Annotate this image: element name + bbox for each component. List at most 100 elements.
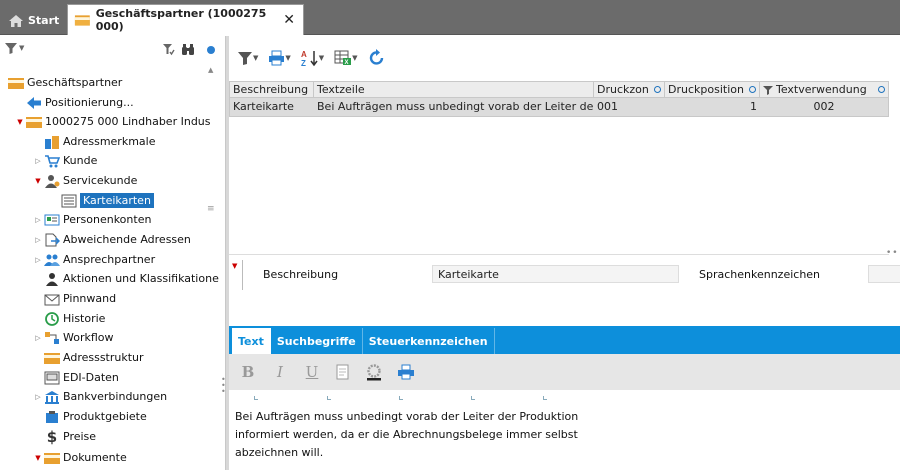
tree-item-label-selected: Karteikarten [80,193,154,208]
underline-button[interactable]: U [303,363,321,381]
column-header-druckposition[interactable]: Druckposition [665,82,760,97]
tree-item-preise[interactable]: $ Preise [44,427,96,446]
cell-druckzon: 001 [597,100,618,113]
tree-item-abweichende-adressen[interactable]: ▷ Abweichende Adressen [34,230,191,249]
scroll-up-icon[interactable]: ▲ [208,66,213,74]
tree-item-partner[interactable]: ▼ 1000275 000 Lindhaber Indus [16,112,211,131]
folder-icon [8,77,24,89]
excel-export-icon: X [334,50,352,66]
person-dark-icon [46,272,58,286]
expand-closed-icon[interactable]: ▷ [34,157,42,165]
expand-closed-icon[interactable]: ▷ [34,256,42,264]
beschreibung-field[interactable]: Karteikarte [432,265,679,283]
filter-icon [238,52,252,65]
ruler-tick [399,396,403,400]
text-editor[interactable]: Bei Aufträgen muss unbedingt vorab der L… [235,408,875,462]
cell-beschreibung: Karteikarte [233,100,294,113]
paste-icon[interactable] [335,363,351,381]
close-icon[interactable]: ✕ [283,12,295,28]
tree-item-label: 1000275 000 Lindhaber Indus [45,115,211,128]
tree-item-label: EDI-Daten [63,371,119,384]
tab-text[interactable]: Text [232,328,271,354]
italic-button[interactable]: I [271,363,289,381]
column-header-label: Druckposition [668,83,744,96]
tree-item-servicekunde[interactable]: ▼ Servicekunde [34,171,137,190]
expand-closed-icon[interactable]: ▷ [34,216,42,224]
filter-icon [763,85,773,95]
bold-button[interactable]: B [239,363,257,381]
export-button[interactable]: X ▼ [334,50,358,66]
tree-item-dokumente[interactable]: ▼ Dokumente [34,448,127,467]
tab-start[interactable]: Start [6,6,62,35]
tree-item-personenkonten[interactable]: ▷ Personenkonten [34,210,151,229]
filter-icon [5,43,17,54]
column-header-beschreibung[interactable]: Beschreibung [230,82,314,97]
filter-check-icon[interactable] [162,43,175,56]
tree-item-label: Servicekunde [63,174,138,187]
printer-icon[interactable] [397,364,415,380]
tree-item-karteikarten[interactable]: Karteikarten [61,191,154,210]
ruler-tick [471,396,475,400]
arrow-left-icon [27,96,41,109]
column-header-druckzon[interactable]: Druckzon [594,82,665,97]
tree-item-bankverbindungen[interactable]: ▷ Bankverbindungen [34,387,167,406]
expand-closed-icon[interactable]: ▷ [34,334,42,342]
svg-text:A: A [301,50,307,59]
tree-item-label: Pinnwand [63,292,117,305]
tab-start-label: Start [28,14,60,27]
svg-text:Z: Z [301,59,306,67]
sprachenkennzeichen-label: Sprachenkennzeichen [699,268,821,281]
folder-icon [26,116,42,128]
tab-suchbegriffe[interactable]: Suchbegriffe [271,328,363,354]
table-row[interactable]: Karteikarte Bei Aufträgen muss unbedingt… [229,98,889,117]
chevron-down-icon: ▼ [352,54,358,62]
splitter-grip-icon[interactable]: • • • [221,376,226,396]
tab-steuerkennzeichen[interactable]: Steuerkennzeichen [363,328,495,354]
tree-item-edi-daten[interactable]: EDI-Daten [44,368,119,387]
filter-button[interactable]: ▼ [237,50,258,66]
column-header-textzeile[interactable]: Textzeile [314,82,594,97]
sort-button[interactable]: AZ ▼ [301,49,324,67]
expand-closed-icon[interactable]: ▷ [34,236,42,244]
folder-icon [44,352,60,364]
tree-item-pinnwand[interactable]: Pinnwand [44,289,116,308]
tree-item-label: Ansprechpartner [63,253,156,266]
tree-item-adressmerkmale[interactable]: Adressmerkmale [44,132,155,151]
tab-geschaeftspartner[interactable]: Geschäftspartner (1000275 000) ✕ [67,4,304,35]
sort-indicator-icon [878,86,885,93]
splitter-grip-icon[interactable]: •• [886,248,899,258]
tree-item-historie[interactable]: Historie [44,309,105,328]
collapse-icon[interactable]: ▼ [232,262,237,270]
print-button[interactable]: ▼ [268,50,291,66]
workflow-icon [45,331,59,344]
tree-item-label: Bankverbindungen [63,390,168,403]
tree-item-positionierung[interactable]: Positionierung... [26,93,134,112]
tree-item-produktgebiete[interactable]: Produktgebiete [44,407,147,426]
tree-item-geschaeftspartner[interactable]: Geschäftspartner [8,73,122,92]
expand-closed-icon[interactable]: ▷ [34,393,42,401]
column-header-textverwendung[interactable]: Textverwendung [760,82,888,97]
color-ring-icon[interactable] [365,363,383,381]
tree-item-ansprechpartner[interactable]: ▷ Ansprechpartner [34,250,155,269]
svg-text:X: X [345,60,349,66]
refresh-icon[interactable] [368,49,386,67]
sprachenkennzeichen-field[interactable] [868,265,900,283]
drag-handle-icon[interactable]: ≡ [207,204,215,214]
tree-item-aktionen[interactable]: Aktionen und Klassifikatione [44,269,219,288]
cell-druckposition: 1 [750,100,757,113]
column-header-label: Druckzon [597,83,649,96]
column-header-label: Textzeile [317,83,365,96]
expand-open-icon[interactable]: ▼ [34,454,42,462]
tree-item-adressstruktur[interactable]: Adressstruktur [44,348,144,367]
tree-item-label: Geschäftspartner [27,76,123,89]
tree-item-label: Preise [63,430,97,443]
bank-icon [45,390,59,404]
expand-open-icon[interactable]: ▼ [16,118,24,126]
horizontal-divider [229,254,889,255]
tree-item-label: Dokumente [63,451,127,464]
expand-open-icon[interactable]: ▼ [34,177,42,185]
tree-filter-button[interactable]: ▼ [4,41,24,55]
tree-item-kunde[interactable]: ▷ Kunde [34,151,97,170]
tree-item-workflow[interactable]: ▷ Workflow [34,328,113,347]
binoculars-icon[interactable] [181,43,195,56]
